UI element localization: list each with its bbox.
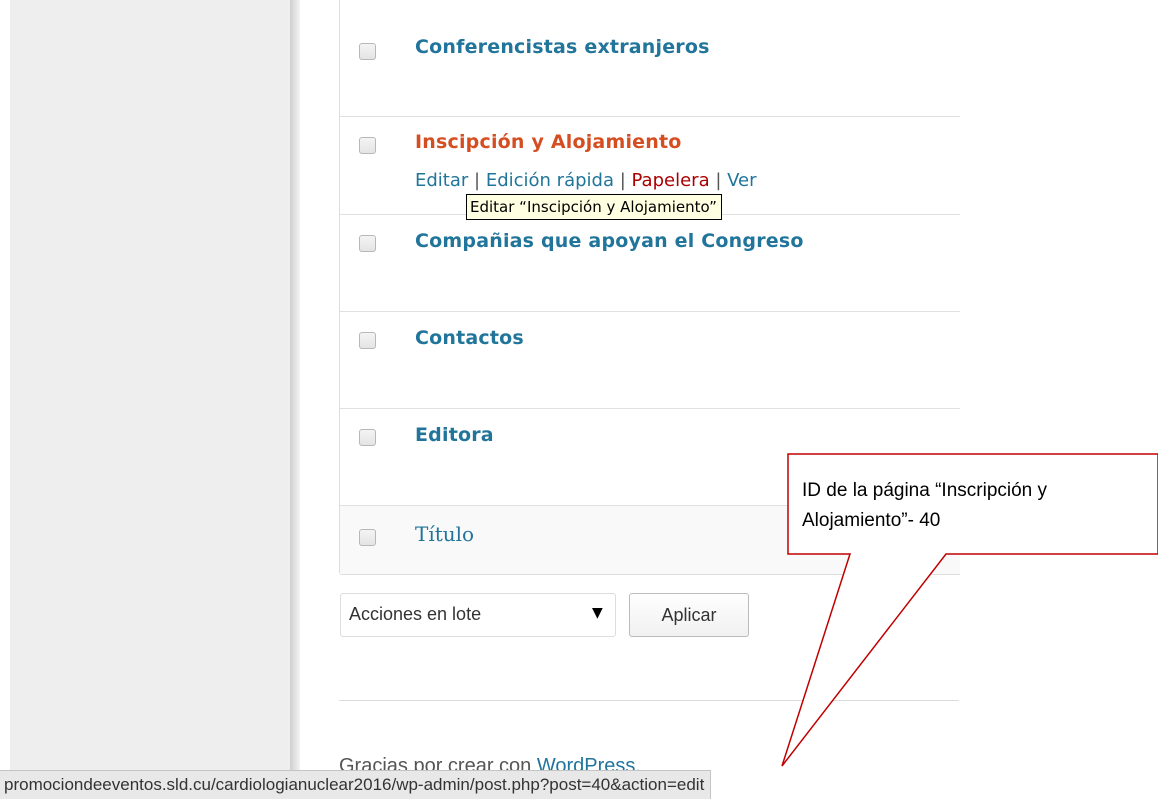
status-url: promociondeeventos.sld.cu/cardiologianuc… (4, 775, 705, 794)
callout-annotation: ID de la página “Inscripción y Alojamien… (802, 476, 1158, 536)
browser-status-bar: promociondeeventos.sld.cu/cardiologianuc… (0, 770, 712, 799)
page-title-link[interactable]: Conferencistas extranjeros (415, 36, 710, 58)
edit-tooltip: Editar “Inscipción y Alojamiento” (466, 194, 722, 220)
callout-line-2: Alojamiento”- 40 (802, 510, 941, 531)
table-row: Compañias que apoyan el Congreso (340, 215, 960, 312)
page-title-link[interactable]: Editora (415, 424, 494, 446)
separator: | (474, 170, 486, 191)
separator: | (715, 170, 728, 191)
row-checkbox[interactable] (359, 235, 376, 252)
edit-link[interactable]: Editar (415, 170, 468, 191)
apply-button[interactable]: Aplicar (629, 593, 749, 637)
page-title-link[interactable]: Compañias que apoyan el Congreso (415, 230, 804, 252)
bulk-actions-value: Acciones en lote (349, 604, 482, 624)
table-row: Contactos (340, 312, 960, 409)
page-title-link[interactable]: Inscipción y Alojamiento (415, 131, 682, 153)
row-checkbox[interactable] (359, 332, 376, 349)
title-column-header[interactable]: Título (415, 522, 474, 546)
page-title-link[interactable]: Contactos (415, 327, 524, 349)
row-checkbox[interactable] (359, 43, 376, 60)
row-checkbox[interactable] (359, 137, 376, 154)
sidebar-shadow (290, 0, 300, 798)
quick-edit-link[interactable]: Edición rápida (486, 170, 614, 191)
footer-divider (339, 700, 959, 701)
separator: | (619, 170, 632, 191)
trash-link[interactable]: Papelera (632, 170, 710, 191)
view-link[interactable]: Ver (727, 170, 756, 191)
dropdown-arrow-icon: ▼ (592, 605, 603, 621)
row-actions: Editar | Edición rápida | Papelera | Ver (415, 170, 757, 191)
table-row: Conferencistas extranjeros (340, 0, 960, 117)
page-margin (0, 0, 10, 798)
bulk-actions-select[interactable]: Acciones en lote ▼ (340, 593, 616, 637)
row-checkbox[interactable] (359, 429, 376, 446)
admin-sidebar (10, 0, 300, 798)
select-all-checkbox[interactable] (359, 529, 376, 546)
callout-line-1: ID de la página “Inscripción y (802, 480, 1048, 501)
